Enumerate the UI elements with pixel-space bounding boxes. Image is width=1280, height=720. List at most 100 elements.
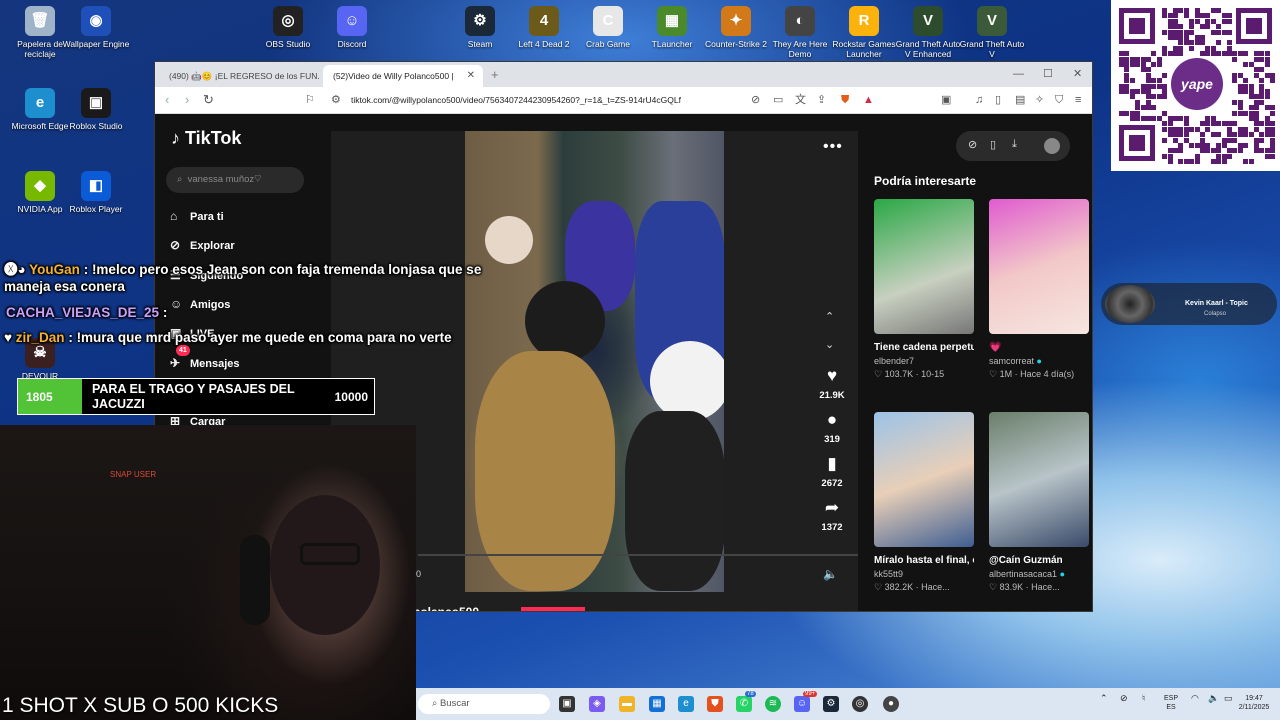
desktop-icon[interactable]: 4 Left 4 Dead 2	[508, 6, 580, 49]
qr-module	[1259, 67, 1265, 73]
network-icon[interactable]: ⊘	[1120, 694, 1128, 703]
spotify-icon[interactable]: ≋	[765, 696, 781, 712]
brave-icon[interactable]: ⛊	[707, 696, 723, 712]
chevron-down-icon[interactable]: ⌄	[825, 338, 834, 351]
search-input[interactable]: ⌕ vanessa muñoz♡	[166, 167, 304, 193]
back-icon[interactable]: ‹	[165, 90, 169, 110]
suggested-video-card[interactable]: Míralo hasta el final, el final es... kk5…	[874, 412, 974, 594]
language-indicator[interactable]: ESP ES	[1164, 694, 1178, 712]
desktop-icon[interactable]: R Rockstar Games Launcher	[828, 6, 900, 59]
share-button[interactable]: ➦ 1372	[810, 497, 854, 533]
desktop-icon[interactable]: C Crab Game	[572, 6, 644, 49]
whatsapp-icon[interactable]: ✆	[736, 696, 752, 712]
qr-module	[1183, 121, 1189, 127]
reload-icon[interactable]: ↻	[203, 90, 214, 110]
desktop-icon[interactable]: ◉ Wallpaper Engine	[60, 6, 132, 49]
new-tab-button[interactable]: +	[491, 65, 499, 85]
menu-icon[interactable]: ≡	[1075, 93, 1081, 107]
nav-item[interactable]: ⌂ Para ti	[170, 207, 224, 225]
qr-module	[1162, 72, 1168, 78]
video-author[interactable]: polanco500	[413, 605, 479, 611]
desktop-icon[interactable]: ◎ OBS Studio	[252, 6, 324, 49]
obs-icon[interactable]: ◎	[852, 696, 868, 712]
desktop-icon[interactable]: V Grand Theft Auto V Enhanced	[892, 6, 964, 59]
volume-icon[interactable]: 🔈	[823, 567, 838, 581]
desktop-icon[interactable]: ✦ Counter-Strike 2	[700, 6, 772, 49]
mic-icon[interactable]: ♮	[1142, 694, 1145, 703]
tiktok-logo[interactable]: ♪ TikTok	[171, 128, 241, 149]
qr-module	[1221, 18, 1227, 24]
speaker-icon[interactable]: 🔈	[1208, 694, 1219, 703]
compass-icon[interactable]: ⊘	[968, 138, 977, 151]
file-explorer-icon[interactable]: ▬	[619, 696, 635, 712]
wallet-icon[interactable]: ▤	[1015, 93, 1025, 107]
task-view-icon[interactable]: ▣	[559, 696, 575, 712]
edge-icon[interactable]: e	[678, 696, 694, 712]
nav-item[interactable]: ⊘ Explorar	[170, 236, 235, 254]
desktop-icon[interactable]: ◧ Roblox Player	[60, 171, 132, 214]
nav-item[interactable]: ✈ Mensajes 41	[170, 344, 240, 372]
more-options-icon[interactable]: •••	[823, 138, 843, 156]
share-icon[interactable]: ⇪	[817, 93, 826, 107]
wifi-icon[interactable]: ◠	[1191, 694, 1199, 703]
taskbar-search[interactable]: ⌕ Buscar	[418, 694, 550, 714]
chat-text: !melco pero esos Jean son con faja treme…	[91, 262, 482, 277]
desktop-icon[interactable]: V Grand Theft Auto V	[956, 6, 1028, 59]
maximize-button[interactable]: ☐	[1043, 65, 1053, 83]
tab-youtube[interactable]: (490) 🤖😊 ¡EL REGRESO de los FUN...	[159, 65, 319, 87]
qr-module	[1243, 143, 1249, 148]
download-icon[interactable]: ⤓	[1012, 138, 1017, 151]
suggested-video-card[interactable]: @Caín Guzmán albertinasacaca1 ● ♡ 83.9K · …	[989, 412, 1089, 594]
app-icon: ✦	[721, 6, 751, 36]
video-player[interactable]	[465, 131, 724, 592]
bookmark-icon[interactable]: ⚐	[305, 90, 315, 110]
translate-icon[interactable]: 文	[795, 93, 806, 107]
chevron-up-icon[interactable]: ⌃	[825, 310, 834, 323]
tray-chevron-icon[interactable]: ⌃	[1100, 694, 1108, 703]
brave-shield-icon[interactable]: ⛊	[841, 93, 849, 107]
discord-badge: 99+	[803, 691, 818, 697]
save-button[interactable]: ▮ 2672	[810, 453, 854, 489]
minimize-button[interactable]: —	[1013, 65, 1024, 83]
desktop-icon[interactable]: ☺ Discord	[316, 6, 388, 49]
suggested-video-card[interactable]: Tiene cadena perpetua 🟣 #hum... elbender7…	[874, 199, 974, 381]
discord-icon[interactable]: ☺	[794, 696, 810, 712]
desktop-icon[interactable]: ◐ They Are Here Demo	[764, 6, 836, 59]
url-input[interactable]: tiktok.com/@willypolanco500/video/756340…	[351, 95, 681, 105]
forward-icon[interactable]: ›	[185, 90, 189, 110]
close-tab-icon[interactable]: ✕	[467, 65, 475, 87]
avatar[interactable]	[1044, 138, 1060, 154]
desktop-icon[interactable]: ▣ Roblox Studio	[60, 88, 132, 131]
nav-item[interactable]: ☺ Amigos	[170, 295, 230, 313]
leo-icon[interactable]: ✧	[1035, 93, 1044, 107]
reading-icon[interactable]: ▯	[995, 93, 1001, 107]
cast-icon[interactable]: ▭	[773, 93, 783, 107]
comment-button[interactable]: ● 319	[810, 409, 854, 445]
app-icon: ◆	[25, 171, 55, 201]
tab-tiktok[interactable]: (52)Video de Willy Polanco500 | ✕	[323, 65, 483, 87]
qr-module	[1183, 29, 1189, 35]
desktop-icon[interactable]: ▦ TLauncher	[636, 6, 708, 49]
qr-module	[1232, 51, 1238, 57]
desktop-icon[interactable]: ⚙ Steam	[444, 6, 516, 49]
steam-icon[interactable]: ⚙	[823, 696, 839, 712]
close-window-button[interactable]: ✕	[1073, 65, 1082, 83]
site-info-icon[interactable]: ⚙	[331, 93, 341, 107]
follow-button[interactable]	[521, 607, 585, 611]
no-tracking-icon[interactable]: ⊘	[751, 93, 760, 107]
app-icon[interactable]: ●	[883, 696, 899, 712]
music-icon[interactable]: ♫	[975, 93, 983, 107]
qr-module	[1194, 18, 1200, 24]
store-icon[interactable]: ▦	[649, 696, 665, 712]
sidebar-icon[interactable]: ▣	[941, 93, 951, 107]
copilot-icon[interactable]: ◈	[589, 696, 605, 712]
phone-icon[interactable]: ▯	[990, 138, 996, 151]
clock[interactable]: 19:47 2/11/2025	[1229, 694, 1279, 712]
lang-layout: ES	[1166, 704, 1176, 711]
suggested-video-card[interactable]: 💗 samcorreat ● ♡ 1M · Hace 4 día(s)	[989, 199, 1089, 381]
vpn-icon[interactable]: ⛉	[1055, 93, 1063, 107]
like-button[interactable]: ♥ 21.9K	[810, 365, 854, 401]
progress-bar[interactable]	[418, 554, 858, 556]
qr-module	[1189, 18, 1195, 24]
rewards-icon[interactable]: ▲	[863, 93, 874, 107]
